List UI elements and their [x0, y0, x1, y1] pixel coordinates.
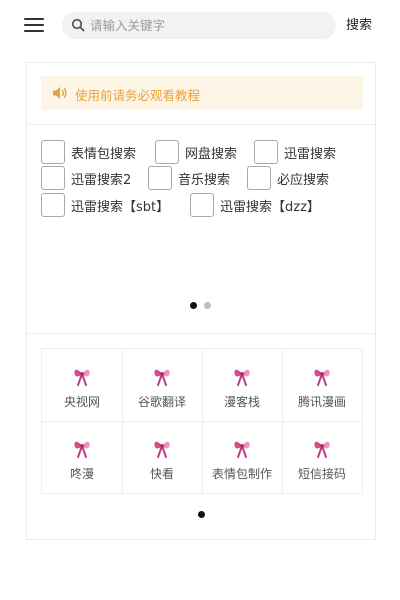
checkbox[interactable]: [190, 193, 214, 217]
app-label: 谷歌翻译: [137, 395, 186, 409]
app-kuaikan[interactable]: 快看: [122, 421, 202, 493]
app-tencent-comics[interactable]: 腾讯漫画: [282, 349, 362, 421]
divider: [27, 124, 375, 125]
app-label: 快看: [149, 467, 174, 481]
option-label: 必应搜索: [277, 172, 330, 188]
option-xunlei-search[interactable]: 迅雷搜索: [254, 140, 336, 164]
app-mankezhan[interactable]: 漫客栈: [202, 349, 282, 421]
checkbox[interactable]: [41, 193, 65, 217]
option-netdisk-search[interactable]: 网盘搜索: [155, 140, 237, 164]
pink-bow-icon: [234, 441, 250, 458]
option-label: 表情包搜索: [71, 146, 137, 162]
app-sms-code[interactable]: 短信接码: [282, 421, 362, 493]
pager-dot-active[interactable]: [198, 511, 205, 518]
checkbox[interactable]: [148, 166, 172, 190]
app-label: 漫客栈: [223, 395, 260, 409]
option-label: 迅雷搜索2: [71, 172, 132, 188]
app-cctv[interactable]: 央视网: [42, 349, 122, 421]
option-label: 迅雷搜索【dzz】: [220, 199, 320, 215]
app-label: 咚漫: [69, 467, 94, 481]
option-xunlei-search-sbt[interactable]: 迅雷搜索【sbt】: [41, 193, 169, 217]
option-xunlei-search-dzz[interactable]: 迅雷搜索【dzz】: [190, 193, 320, 217]
search-box[interactable]: [62, 12, 336, 39]
option-label: 迅雷搜索【sbt】: [71, 199, 170, 215]
checkbox[interactable]: [254, 140, 278, 164]
app-label: 腾讯漫画: [297, 395, 346, 409]
pink-bow-icon: [314, 369, 330, 386]
notice-text: 使用前请务必观看教程: [75, 88, 201, 103]
app-grid: 央视网 谷歌翻译 漫客栈 腾讯漫画 咚漫 快看 表情包制作 短信接码: [41, 348, 363, 494]
pager-dot[interactable]: [204, 302, 211, 309]
option-label: 音乐搜索: [178, 172, 231, 188]
option-label: 网盘搜索: [185, 146, 238, 162]
option-music-search[interactable]: 音乐搜索: [148, 166, 230, 190]
search-input[interactable]: [90, 12, 326, 39]
pink-bow-icon: [74, 369, 90, 386]
app-google-translate[interactable]: 谷歌翻译: [122, 349, 202, 421]
notice-banner[interactable]: 使用前请务必观看教程: [41, 76, 363, 110]
pink-bow-icon: [154, 441, 170, 458]
option-emoji-search[interactable]: 表情包搜索: [41, 140, 136, 164]
app-label: 表情包制作: [211, 467, 272, 481]
checkbox[interactable]: [41, 140, 65, 164]
checkbox[interactable]: [155, 140, 179, 164]
search-icon: [71, 18, 85, 32]
pink-bow-icon: [314, 441, 330, 458]
app-emoji-maker[interactable]: 表情包制作: [202, 421, 282, 493]
pager-dot-active[interactable]: [190, 302, 197, 309]
checkbox[interactable]: [41, 166, 65, 190]
header: 搜索: [0, 0, 400, 50]
option-bing-search[interactable]: 必应搜索: [247, 166, 329, 190]
main-card: 使用前请务必观看教程 表情包搜索 网盘搜索 迅雷搜索 迅雷搜索2 音乐搜索 必应…: [26, 62, 376, 540]
speaker-icon: [53, 87, 67, 99]
pink-bow-icon: [234, 369, 250, 386]
option-xunlei-search-2[interactable]: 迅雷搜索2: [41, 166, 131, 190]
app-label: 短信接码: [297, 467, 346, 481]
divider: [27, 333, 375, 334]
search-button[interactable]: 搜索: [346, 14, 372, 33]
hamburger-menu-icon[interactable]: [24, 17, 44, 33]
app-dongman[interactable]: 咚漫: [42, 421, 122, 493]
option-label: 迅雷搜索: [284, 146, 337, 162]
pink-bow-icon: [154, 369, 170, 386]
checkbox[interactable]: [247, 166, 271, 190]
app-label: 央视网: [63, 395, 100, 409]
pink-bow-icon: [74, 441, 90, 458]
